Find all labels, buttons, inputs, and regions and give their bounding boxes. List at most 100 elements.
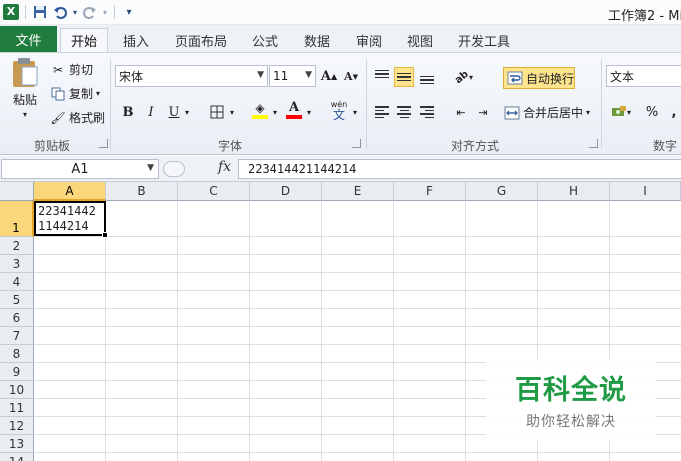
tab-insert[interactable]: 插入 <box>114 28 158 52</box>
tab-page-layout[interactable]: 页面布局 <box>170 28 232 52</box>
shrink-font-button[interactable]: A ▼ <box>341 66 361 86</box>
column-header-i[interactable]: I <box>610 182 681 201</box>
name-box[interactable]: A1 ▼ <box>1 159 159 179</box>
merge-center-button[interactable]: 合并后居中 ▾ <box>504 104 590 121</box>
copy-dropdown-icon[interactable]: ▾ <box>96 89 100 98</box>
number-format-combo[interactable]: 文本 <box>606 65 681 87</box>
orientation-button[interactable]: ab ▾ <box>451 67 477 87</box>
column-header-h[interactable]: H <box>538 182 610 201</box>
bold-button[interactable]: B <box>118 102 138 122</box>
paste-button[interactable]: 粘贴 ▾ <box>8 57 42 119</box>
undo-icon[interactable] <box>51 3 69 21</box>
gridline <box>34 236 681 237</box>
align-bottom-button[interactable] <box>417 67 437 87</box>
copy-button[interactable]: 复制 ▾ <box>50 85 100 102</box>
excel-logo-icon[interactable]: X <box>2 3 20 21</box>
fill-color-button[interactable]: ◈ <box>250 100 270 120</box>
phonetic-dropdown-icon[interactable]: ▾ <box>350 102 360 122</box>
row-header-10[interactable]: 10 <box>0 381 34 399</box>
merge-center-dropdown-icon[interactable]: ▾ <box>586 108 590 117</box>
align-center-button[interactable] <box>394 102 414 122</box>
phonetic-char-icon: 文 <box>332 107 345 122</box>
font-size-combo[interactable]: 11 ▼ <box>269 65 316 87</box>
row-header-14[interactable]: 14 <box>0 453 34 461</box>
row-header-6[interactable]: 6 <box>0 309 34 327</box>
column-header-e[interactable]: E <box>322 182 394 201</box>
clipboard-dialog-launcher-icon[interactable] <box>99 139 108 148</box>
font-color-swatch <box>286 115 302 119</box>
qat-separator <box>25 5 26 19</box>
comma-button[interactable]: , <box>664 102 681 122</box>
italic-button[interactable]: I <box>141 102 161 122</box>
borders-button[interactable] <box>207 102 227 122</box>
font-size-dropdown-icon[interactable]: ▼ <box>305 70 312 80</box>
column-header-c[interactable]: C <box>178 182 250 201</box>
name-box-dropdown-icon[interactable]: ▼ <box>147 163 154 173</box>
tab-home[interactable]: 开始 <box>60 28 108 52</box>
tab-formulas[interactable]: 公式 <box>245 28 285 52</box>
row-header-11[interactable]: 11 <box>0 399 34 417</box>
row-header-7[interactable]: 7 <box>0 327 34 345</box>
increase-indent-button[interactable]: ⇥ <box>473 102 493 122</box>
row-header-4[interactable]: 4 <box>0 273 34 291</box>
align-left-button[interactable] <box>372 102 392 122</box>
formula-bar-expand-handle[interactable] <box>163 161 185 177</box>
align-left-icon <box>375 106 389 118</box>
row-header-13[interactable]: 13 <box>0 435 34 453</box>
percent-button[interactable]: % <box>642 102 662 122</box>
redo-dropdown-icon[interactable]: ▾ <box>101 3 109 21</box>
tab-review[interactable]: 审阅 <box>349 28 389 52</box>
align-middle-button[interactable] <box>394 67 414 87</box>
format-painter-button[interactable]: 🖌 格式刷 <box>50 109 105 126</box>
insert-function-icon[interactable]: fx <box>218 159 231 175</box>
font-name-combo[interactable]: 宋体 ▼ <box>115 65 268 87</box>
tab-developer[interactable]: 开发工具 <box>452 28 516 52</box>
watermark-title: 百科全说 <box>515 375 627 406</box>
align-bottom-icon <box>420 75 434 85</box>
row-header-3[interactable]: 3 <box>0 255 34 273</box>
font-color-button[interactable]: A <box>284 100 304 120</box>
save-icon[interactable] <box>31 3 49 21</box>
cell-a1[interactable]: 22341442 1144214 <box>34 201 106 236</box>
ribbon-home: 粘贴 ▾ ✂ 剪切 复制 ▾ 🖌 格式刷 剪贴板 宋体 ▼ 11 ▼ A ▲ A ▼… <box>0 52 681 155</box>
tab-data[interactable]: 数据 <box>297 28 337 52</box>
row-header-2[interactable]: 2 <box>0 237 34 255</box>
align-right-button[interactable] <box>417 102 437 122</box>
redo-icon[interactable] <box>81 3 99 21</box>
row-header-1[interactable]: 1 <box>0 201 34 237</box>
decrease-indent-button[interactable]: ⇤ <box>451 102 471 122</box>
underline-dropdown-icon[interactable]: ▾ <box>182 102 192 122</box>
font-name-dropdown-icon[interactable]: ▼ <box>257 70 264 80</box>
font-dialog-launcher-icon[interactable] <box>352 139 361 148</box>
row-header-8[interactable]: 8 <box>0 345 34 363</box>
row-header-5[interactable]: 5 <box>0 291 34 309</box>
clipboard-group-label: 剪贴板 <box>33 139 70 153</box>
wrap-text-button[interactable]: 自动换行 <box>503 67 575 89</box>
grow-font-button[interactable]: A ▲ <box>319 66 339 86</box>
fill-handle[interactable] <box>102 232 108 238</box>
underline-button[interactable]: U <box>164 102 184 122</box>
font-color-dropdown-icon[interactable]: ▾ <box>304 102 314 122</box>
column-header-d[interactable]: D <box>250 182 322 201</box>
column-header-a[interactable]: A <box>34 182 106 201</box>
column-header-f[interactable]: F <box>394 182 466 201</box>
undo-dropdown-icon[interactable]: ▾ <box>71 3 79 21</box>
accounting-format-button[interactable]: ▾ <box>608 102 634 122</box>
phonetic-button[interactable]: wén 文 <box>327 100 351 122</box>
fill-color-dropdown-icon[interactable]: ▾ <box>270 102 280 122</box>
formula-input[interactable]: 223414421144214 <box>238 159 681 179</box>
select-all-button[interactable] <box>0 182 34 201</box>
align-top-button[interactable] <box>372 67 392 87</box>
paste-dropdown-icon[interactable]: ▾ <box>23 110 27 119</box>
row-header-9[interactable]: 9 <box>0 363 34 381</box>
alignment-dialog-launcher-icon[interactable] <box>589 139 598 148</box>
tab-file[interactable]: 文件 <box>0 26 57 52</box>
borders-dropdown-icon[interactable]: ▾ <box>227 102 237 122</box>
gridline <box>177 201 178 461</box>
column-header-g[interactable]: G <box>466 182 538 201</box>
row-header-12[interactable]: 12 <box>0 417 34 435</box>
customize-qat-icon[interactable]: ▾ <box>120 3 138 21</box>
cut-button[interactable]: ✂ 剪切 <box>50 61 93 78</box>
tab-view[interactable]: 视图 <box>400 28 440 52</box>
column-header-b[interactable]: B <box>106 182 178 201</box>
